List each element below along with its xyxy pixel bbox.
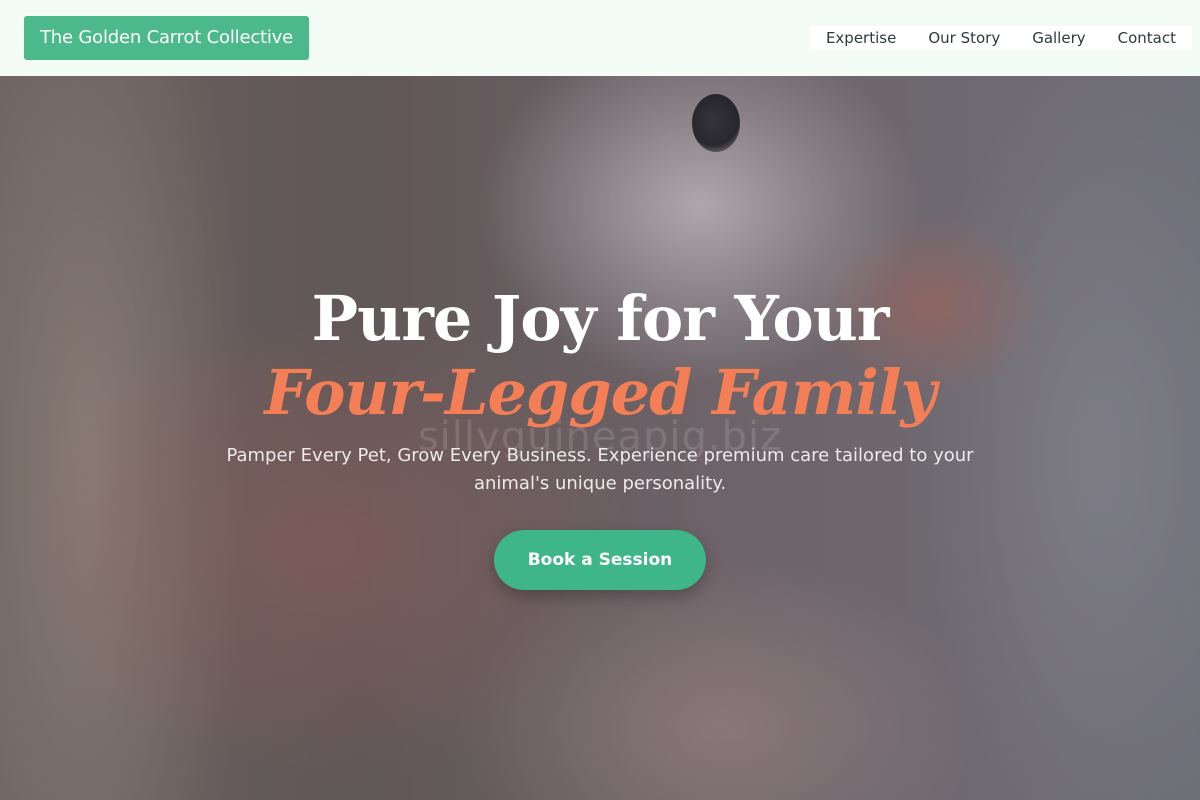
book-session-button[interactable]: Book a Session <box>494 530 706 590</box>
hero-title-line1: Pure Joy for Your <box>311 282 890 355</box>
nav-link-our-story[interactable]: Our Story <box>912 26 1016 50</box>
site-header: The Golden Carrot Collective Expertise O… <box>0 0 1200 76</box>
hero-section: sillyguineapig.biz Pure Joy for Your Fou… <box>0 76 1200 800</box>
site-logo[interactable]: The Golden Carrot Collective <box>24 16 310 60</box>
nav-link-contact[interactable]: Contact <box>1102 26 1192 50</box>
hero-content: Pure Joy for Your Four-Legged Family Pam… <box>0 282 1200 590</box>
nav-link-gallery[interactable]: Gallery <box>1016 26 1101 50</box>
nav-link-expertise[interactable]: Expertise <box>810 26 912 50</box>
hero-title-line2: Four-Legged Family <box>264 356 936 429</box>
hero-subtitle: Pamper Every Pet, Grow Every Business. E… <box>226 445 974 494</box>
main-nav: Expertise Our Story Gallery Contact <box>809 26 1192 50</box>
